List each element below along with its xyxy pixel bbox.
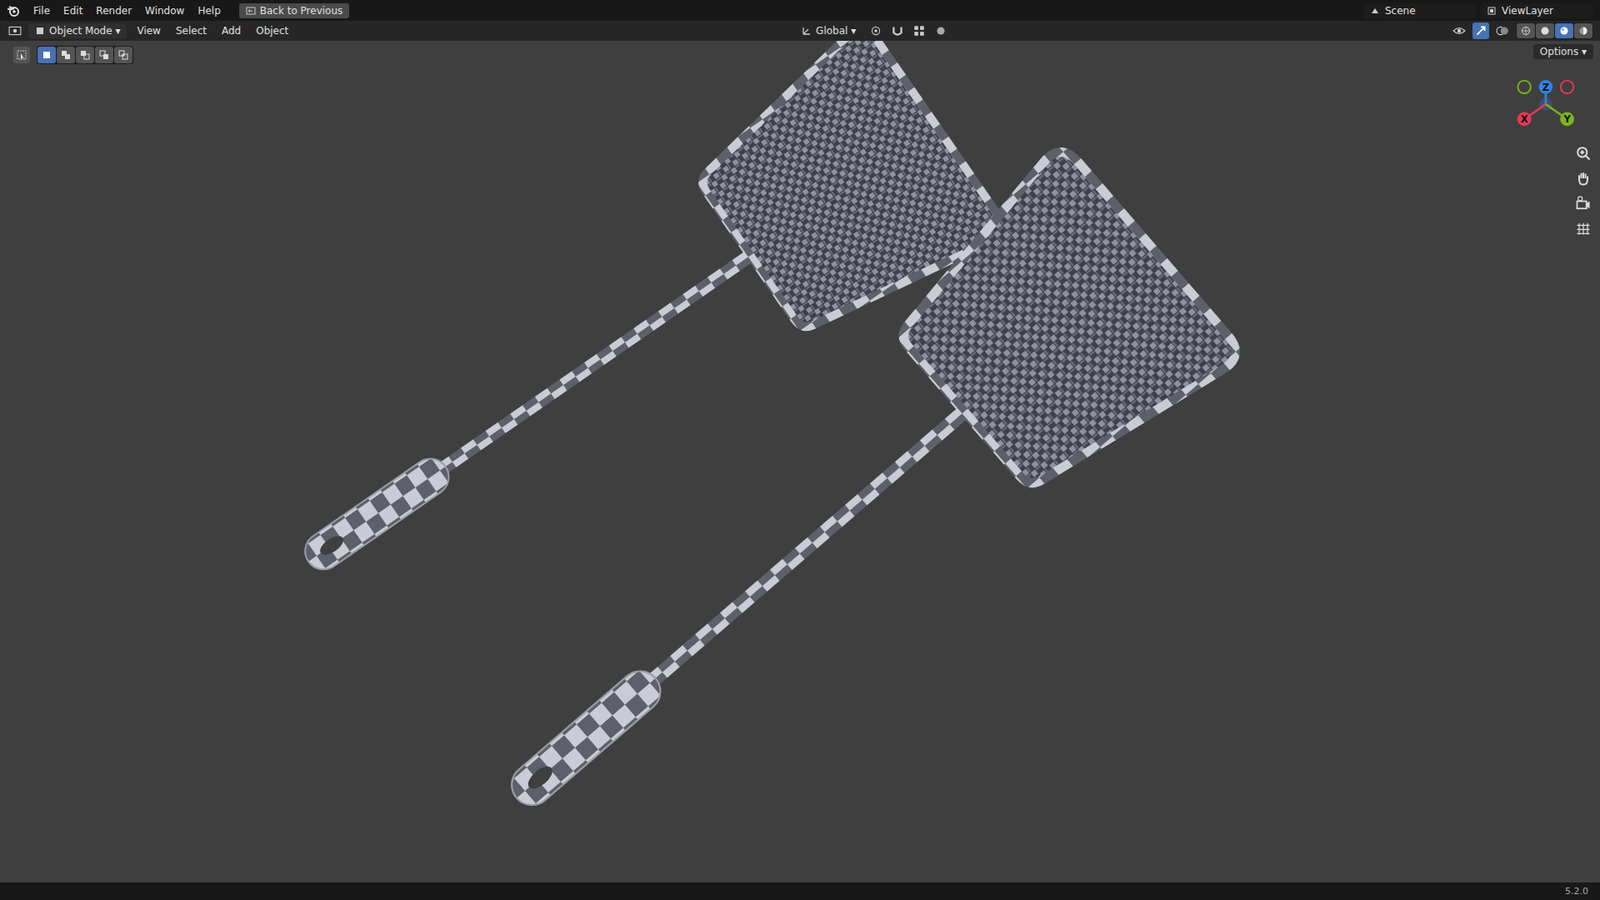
header-menu-item[interactable]: Select bbox=[170, 23, 212, 39]
svg-text:Z: Z bbox=[1542, 81, 1550, 94]
overlays-icon[interactable] bbox=[1494, 22, 1511, 40]
fly-swatter[interactable] bbox=[237, 40, 1009, 665]
menu-item[interactable]: Window bbox=[140, 3, 190, 19]
blender-window: FileEditRenderWindowHelp Back to Previou… bbox=[0, 0, 1600, 900]
header-menu-item[interactable]: Add bbox=[216, 23, 246, 39]
select-mode-button[interactable] bbox=[75, 46, 95, 64]
camera-icon[interactable] bbox=[1575, 195, 1592, 212]
zoom-icon[interactable] bbox=[1575, 145, 1592, 162]
select-mode-button[interactable] bbox=[56, 46, 75, 64]
viewport-header: Object Mode ▾ View SelectAddObject Global… bbox=[0, 20, 1600, 41]
version-label: 5.2.0 bbox=[1565, 885, 1589, 897]
menu-item[interactable]: Edit bbox=[58, 3, 88, 19]
editor-type-icon[interactable] bbox=[6, 22, 24, 40]
material-shading-icon bbox=[1559, 25, 1570, 36]
rendered-shading-icon bbox=[1578, 25, 1589, 36]
top-bar: FileEditRenderWindowHelp Back to Previou… bbox=[0, 0, 1600, 21]
fly-swatter[interactable] bbox=[426, 145, 1243, 883]
snap-icon[interactable] bbox=[889, 22, 906, 40]
subtract-select-icon bbox=[80, 50, 90, 60]
shading-mode-button[interactable] bbox=[1516, 23, 1535, 39]
navigation-buttons bbox=[1575, 145, 1592, 237]
grid-view-icon[interactable] bbox=[1575, 220, 1592, 237]
invert-select-icon bbox=[99, 50, 110, 60]
shading-mode-button[interactable] bbox=[1555, 23, 1574, 39]
gizmo-toggle-icon[interactable] bbox=[1472, 22, 1490, 40]
tool-settings-row bbox=[13, 45, 134, 65]
shading-mode-button[interactable] bbox=[1574, 23, 1593, 39]
intersect-select-icon bbox=[118, 50, 129, 60]
scene-canvas[interactable] bbox=[0, 40, 1600, 883]
select-modes bbox=[36, 45, 134, 65]
view-layer-icon bbox=[1486, 5, 1497, 16]
menu-item[interactable]: File bbox=[28, 3, 55, 19]
scene-selector[interactable]: Scene bbox=[1363, 3, 1477, 19]
solid-shading-icon bbox=[1540, 25, 1550, 36]
set-select-icon bbox=[41, 50, 52, 60]
navigation-gizmo[interactable]: Z X Y bbox=[1520, 78, 1580, 135]
orientation-icon bbox=[801, 25, 812, 36]
pivot-icon[interactable] bbox=[867, 22, 885, 40]
svg-text:X: X bbox=[1520, 113, 1529, 125]
menu-item[interactable]: Render bbox=[90, 3, 137, 19]
status-bar: 5.2.0 bbox=[0, 882, 1600, 900]
svg-text:Y: Y bbox=[1562, 113, 1571, 125]
header-menu-item[interactable]: Object bbox=[250, 23, 294, 39]
scene-icon bbox=[1370, 5, 1380, 16]
select-mode-button[interactable] bbox=[37, 46, 56, 64]
menu-item[interactable]: Help bbox=[192, 3, 225, 19]
select-mode-button[interactable] bbox=[95, 46, 114, 64]
proportional-edit-icon[interactable] bbox=[932, 22, 950, 40]
wireframe-shading-icon bbox=[1520, 25, 1531, 36]
view-layer-selector[interactable]: ViewLayer bbox=[1480, 3, 1594, 19]
visibility-icon[interactable] bbox=[1450, 22, 1468, 40]
select-mode-button[interactable] bbox=[114, 46, 133, 64]
header-menu-item[interactable]: View bbox=[131, 23, 165, 39]
blender-logo-icon[interactable] bbox=[6, 4, 20, 18]
options-dropdown[interactable]: Options ▾ bbox=[1533, 44, 1594, 60]
back-to-previous-button[interactable]: Back to Previous bbox=[239, 3, 350, 19]
orientation-dropdown[interactable]: Global ▾ bbox=[795, 23, 863, 39]
object-mode-icon bbox=[35, 25, 45, 36]
snap-grid-icon[interactable] bbox=[910, 22, 928, 40]
cursor-icon bbox=[16, 50, 27, 60]
pan-hand-icon[interactable] bbox=[1575, 170, 1592, 187]
back-icon bbox=[245, 5, 256, 16]
shading-modes bbox=[1515, 22, 1594, 40]
extend-select-icon bbox=[60, 50, 71, 60]
3d-viewport[interactable]: Options ▾ Z X Y bbox=[0, 40, 1600, 883]
mode-dropdown[interactable]: Object Mode ▾ bbox=[28, 23, 127, 39]
shading-mode-button[interactable] bbox=[1535, 23, 1555, 39]
select-tool-button[interactable] bbox=[13, 46, 30, 64]
